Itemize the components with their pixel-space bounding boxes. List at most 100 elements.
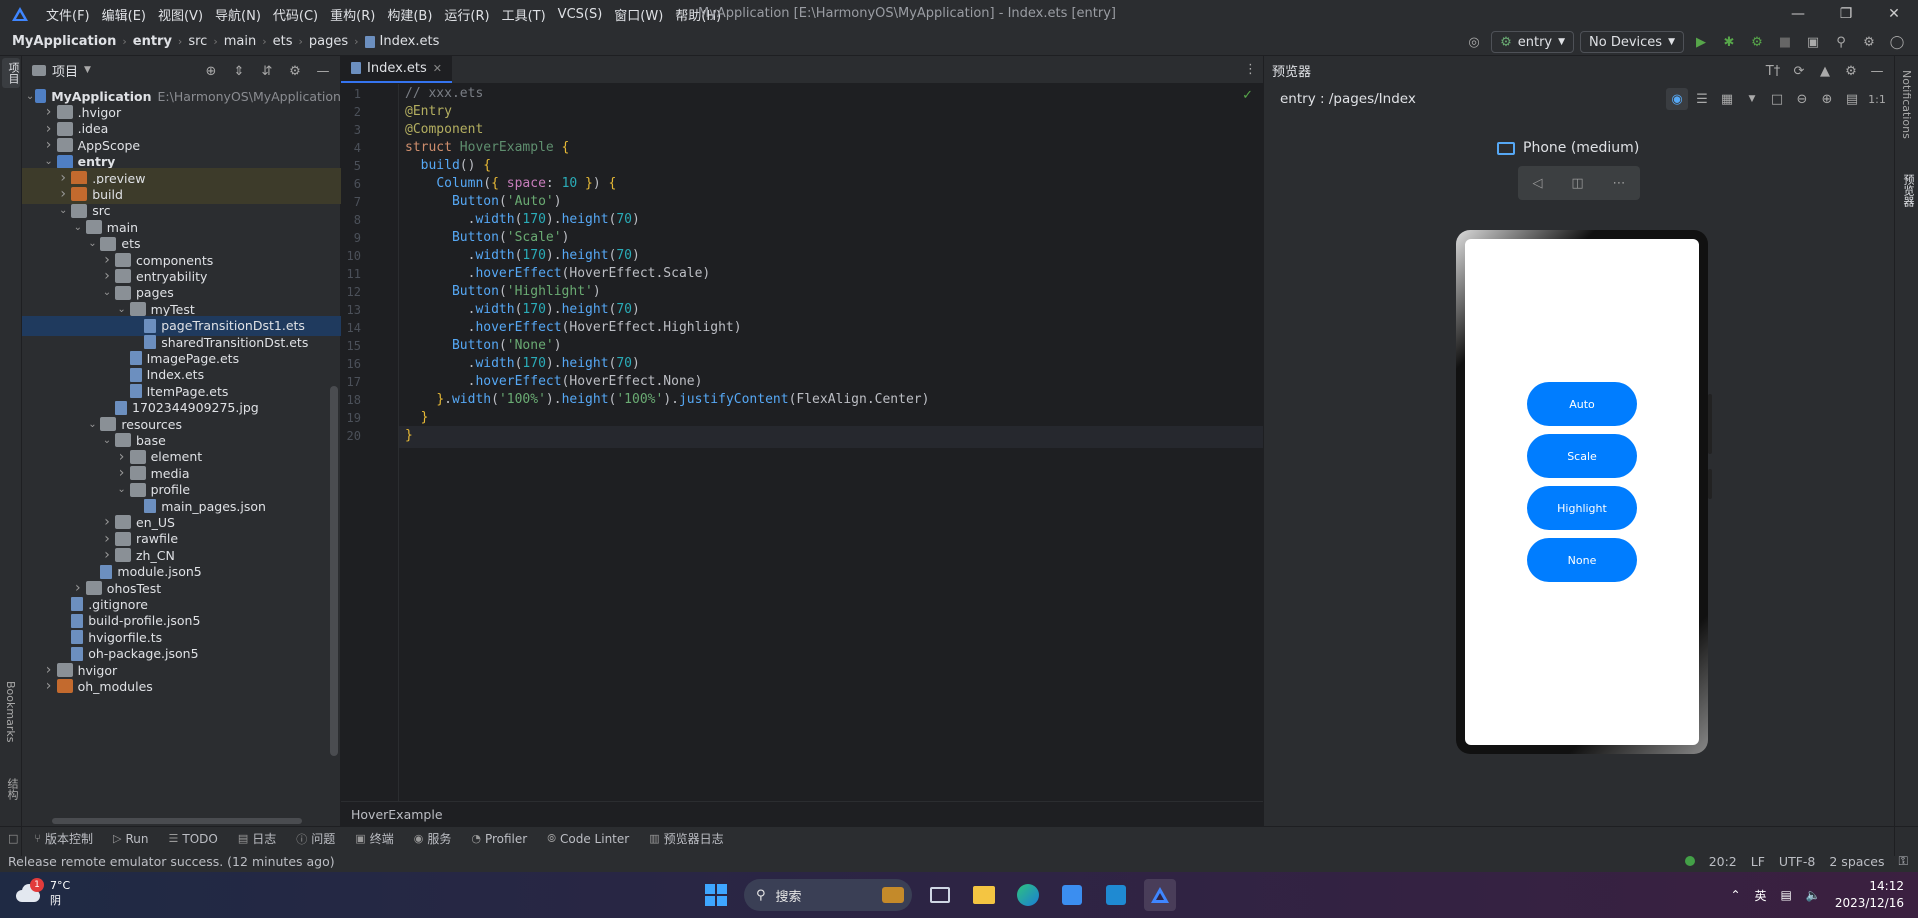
project-tool-button[interactable]: 项目 [2,58,20,88]
tray-expand-icon[interactable]: ⌃ [1730,888,1740,902]
menu-item[interactable]: 视图(V) [152,5,209,24]
chevron-down-icon[interactable]: ⌄ [25,91,36,102]
breadcrumb-item[interactable]: MyApplication [12,34,116,49]
chevron-down-icon[interactable]: ⌄ [41,156,57,167]
run-icon[interactable]: ▶ [1690,31,1712,53]
chevron-down-icon[interactable]: ⌄ [114,484,130,495]
menu-item[interactable]: 工具(T) [496,5,552,24]
notifications-tool-button[interactable]: Notifications [1900,70,1913,139]
layers-icon[interactable]: ☰ [1691,88,1713,110]
vscode-icon[interactable] [1100,879,1132,911]
tool-button-todo[interactable]: ☰ TODO [161,832,226,846]
tab-index-ets[interactable]: Index.ets ✕ [341,55,453,83]
windows-start-icon[interactable] [700,879,732,911]
chevron-down-icon[interactable]: ▼ [84,65,91,75]
hide-panel-icon[interactable]: — [312,60,334,82]
ime-indicator[interactable]: 英 [1755,887,1767,904]
debug-icon[interactable]: ✱ [1718,31,1740,53]
project-horizontal-scrollbar[interactable] [52,818,302,824]
edge-browser-icon[interactable] [1012,879,1044,911]
chevron-right-icon[interactable]: › [41,678,57,694]
back-icon[interactable]: ◁ [1532,176,1542,191]
breadcrumb-item[interactable]: ets [273,34,293,49]
code-area[interactable]: 1 2 3 4 5 6 7 8 9 10 11 12 13 14 15 16 17 18 19 20 // xxx.e… [341,84,1263,801]
close-tab-icon[interactable]: ✕ [433,62,442,75]
line-separator[interactable]: LF [1751,854,1765,869]
deveco-studio-icon[interactable] [1144,879,1176,911]
indent-setting[interactable]: 2 spaces [1829,854,1884,869]
fit-screen-icon[interactable]: □ [1766,88,1788,110]
font-size-icon[interactable]: T† [1762,60,1784,82]
inspector-icon[interactable]: ◉ [1666,88,1688,110]
code-breadcrumb[interactable]: HoverExample [341,801,1263,826]
rotate-icon[interactable]: ◫ [1571,176,1583,191]
preview-button-auto[interactable]: Auto [1527,382,1637,426]
cursor-position[interactable]: 20:2 [1709,854,1737,869]
breadcrumb-item[interactable]: src [188,34,207,49]
task-view-icon[interactable] [924,879,956,911]
gear-icon[interactable]: ⚙ [284,60,306,82]
target-icon[interactable]: ◎ [1463,31,1485,53]
menu-item[interactable]: 重构(R) [324,5,381,24]
zoom-in-icon[interactable]: ⊕ [1816,88,1838,110]
volume-icon[interactable]: 🔈 [1806,888,1821,902]
tool-button-vcs[interactable]: ⑂ 版本控制 [26,830,101,847]
structure-tool-button[interactable]: 结构 [4,778,20,800]
chevron-down-icon[interactable]: ⌄ [99,287,115,298]
close-icon[interactable]: ✕ [1870,0,1918,28]
chevron-down-icon[interactable]: ⌄ [55,205,71,216]
taskbar-search[interactable]: ⚲ 搜索 [744,879,912,911]
tool-button-problems[interactable]: ⓘ 问题 [288,830,343,847]
locate-file-icon[interactable]: ⊕ [200,60,222,82]
previewer-tool-button[interactable]: 预览器 [1900,174,1916,207]
device-selector[interactable]: No Devices ▼ [1580,31,1684,53]
weather-widget[interactable]: 1 7°C 阴 [16,878,70,908]
actual-size-icon[interactable]: 1:1 [1866,88,1888,110]
lock-icon[interactable]: ⚿ [1898,853,1908,869]
more-options-icon[interactable]: ⋮ [1244,62,1257,77]
menu-item[interactable]: 窗口(W) [608,5,669,24]
zoom-out-icon[interactable]: ⊖ [1791,88,1813,110]
breadcrumb-item[interactable]: pages [309,34,348,49]
menu-item[interactable]: 文件(F) [40,5,96,24]
tool-button-log[interactable]: ▤ 日志 [230,830,284,847]
module-selector[interactable]: ⚙ entry ▼ [1491,31,1575,53]
refresh-icon[interactable]: ⟳ [1788,60,1810,82]
menu-item[interactable]: VCS(S) [552,7,609,22]
tool-window-toggle-icon[interactable]: □ [8,832,18,845]
grid-view-icon[interactable]: ▦ [1716,88,1738,110]
chevron-down-icon[interactable]: ⌄ [84,419,100,430]
tool-button-services[interactable]: ◉ 服务 [406,830,460,847]
breadcrumb-item[interactable]: main [224,34,256,49]
file-encoding[interactable]: UTF-8 [1779,854,1815,869]
account-icon[interactable]: ◯ [1886,31,1908,53]
chevron-down-icon[interactable]: ▼ [1741,88,1763,110]
device-profile[interactable]: Phone (medium) [1497,140,1639,156]
menu-item[interactable]: 运行(R) [438,5,495,24]
tool-button-linter[interactable]: ⦾ Code Linter [539,832,637,846]
device-manager-icon[interactable]: ▣ [1802,31,1824,53]
filter-icon[interactable]: ▲ [1814,60,1836,82]
preview-button-scale[interactable]: Scale [1527,434,1637,478]
tool-button-run[interactable]: ▷ Run [105,832,156,846]
menu-item[interactable]: 导航(N) [209,5,267,24]
project-vertical-scrollbar[interactable] [330,386,338,756]
search-icon[interactable]: ⚲ [1830,31,1852,53]
tool-button-preview-log[interactable]: ▥ 预览器日志 [641,830,731,847]
chevron-down-icon[interactable]: ⌄ [84,238,100,249]
status-message[interactable]: Release remote emulator success. (12 min… [8,854,335,869]
chevron-down-icon[interactable]: ⌄ [99,435,115,446]
menu-item[interactable]: 构建(B) [381,5,438,24]
stop-icon[interactable]: ■ [1774,31,1796,53]
settings-icon[interactable]: ⚙ [1858,31,1880,53]
network-icon[interactable]: ▤ [1781,888,1792,902]
preview-button-none[interactable]: None [1527,538,1637,582]
chevron-down-icon[interactable]: ⌄ [114,304,130,315]
tool-button-terminal[interactable]: ▣ 终端 [347,830,401,847]
taskbar-clock[interactable]: 14:12 2023/12/16 [1835,878,1904,912]
menu-item[interactable]: 编辑(E) [96,5,152,24]
restore-icon[interactable]: ❐ [1822,0,1870,28]
file-explorer-icon[interactable] [968,879,1000,911]
tree-item[interactable]: › oh_modules [22,676,341,696]
tool-button-profiler[interactable]: ◔ Profiler [463,832,535,846]
